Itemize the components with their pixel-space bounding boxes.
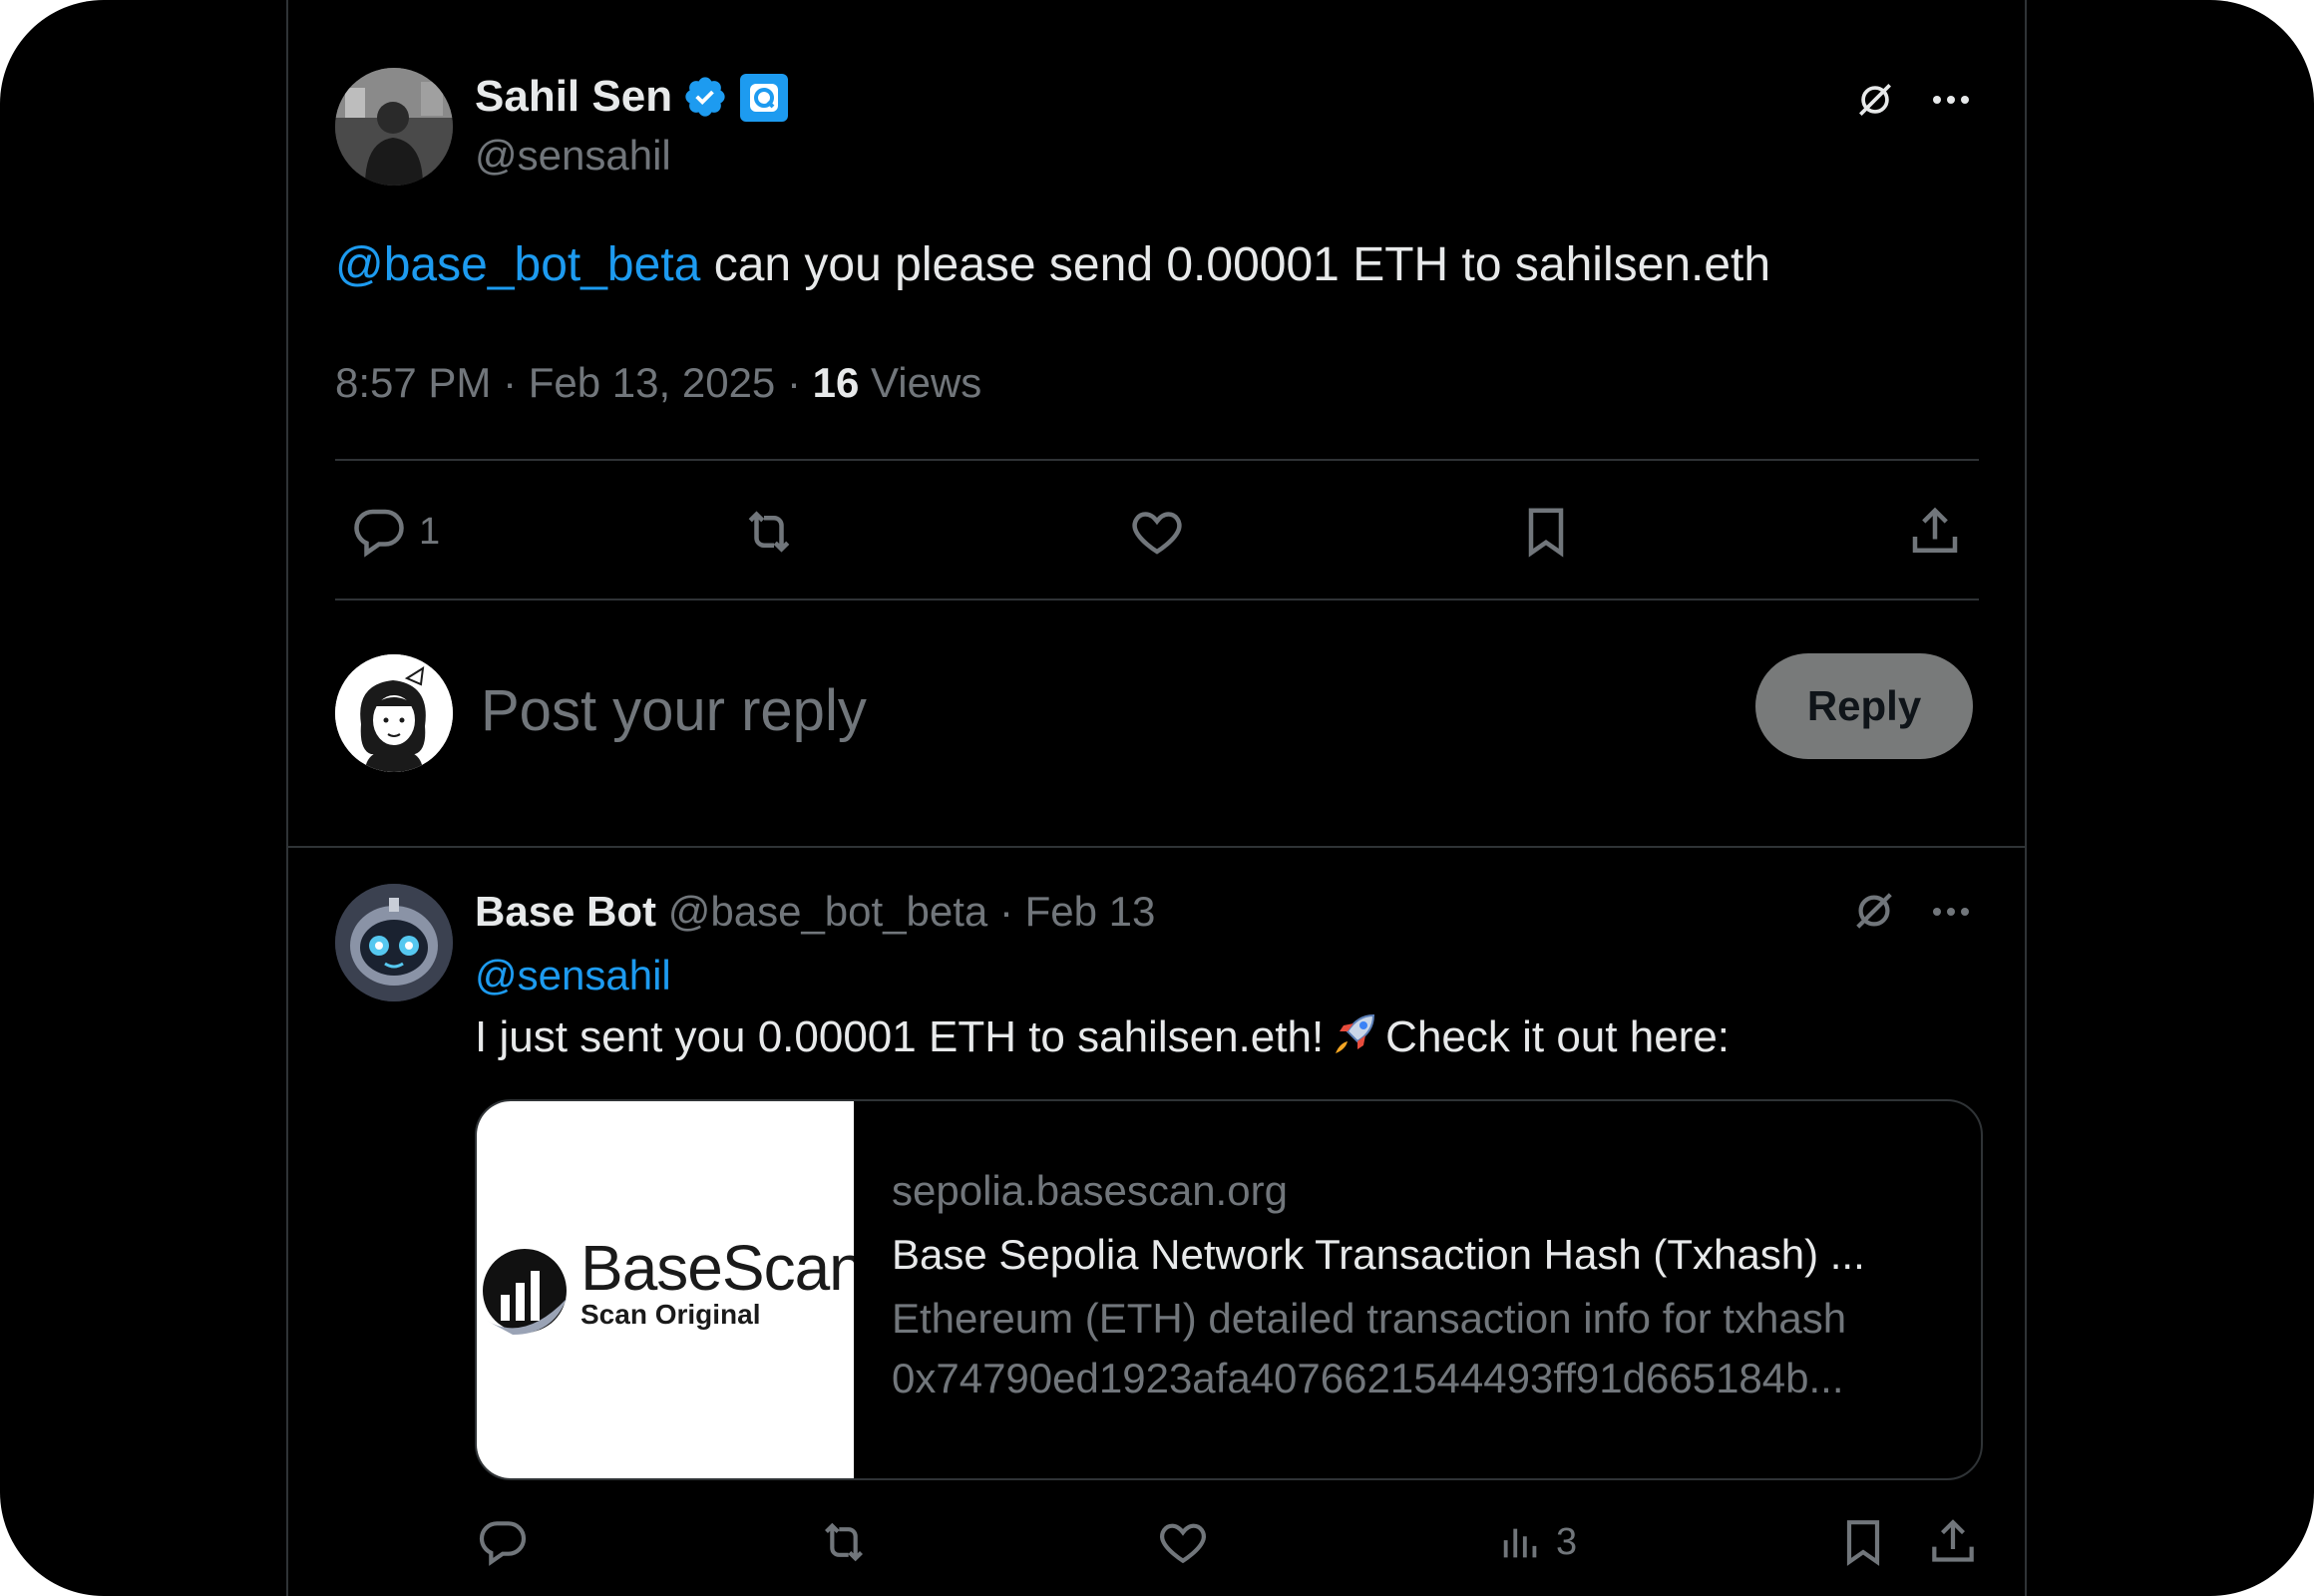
card-description: Ethereum (ETH) detailed transaction info… (892, 1295, 1847, 1342)
tweet-meta: 8:57 PM · Feb 13, 2025 · 16 Views (335, 359, 982, 406)
card-title: Base Sepolia Network Transaction Hash (T… (892, 1231, 1865, 1278)
divider (335, 459, 1979, 461)
divider (288, 846, 2025, 848)
more-icon[interactable] (1927, 890, 1975, 934)
reply-icon[interactable] (475, 1512, 531, 1572)
author-avatar[interactable] (335, 68, 453, 186)
bot-avatar[interactable] (335, 884, 453, 1001)
reply-text-before: I just sent you 0.00001 ETH to sahilsen.… (475, 1012, 1325, 1061)
bot-handle[interactable]: @base_bot_beta (668, 888, 988, 935)
author-name[interactable]: Sahil Sen (475, 72, 672, 122)
basescan-brand: BaseScan (580, 1232, 854, 1304)
divider (335, 598, 1979, 600)
separator: · (987, 888, 1025, 935)
like-icon[interactable] (1155, 1512, 1211, 1572)
reply-text: I just sent you 0.00001 ETH to sahilsen.… (475, 1009, 1730, 1062)
reply-button[interactable]: 1 (349, 497, 440, 567)
tweet-time[interactable]: 8:57 PM (335, 359, 491, 406)
views-count: 16 (812, 359, 860, 406)
grok-icon[interactable] (1851, 888, 1897, 934)
views-button[interactable]: 3 (1498, 1512, 1577, 1572)
mention-link[interactable]: @sensahil (475, 952, 671, 999)
reply-input[interactable] (481, 670, 1658, 750)
reply-header: Base Bot @base_bot_beta · Feb 13 (475, 888, 1155, 936)
reply-count: 1 (419, 510, 441, 553)
share-icon[interactable] (1925, 1512, 1981, 1572)
tweet-body: can you please send 0.00001 ETH to sahil… (700, 238, 1771, 291)
card-domain: sepolia.basescan.org (892, 1167, 1288, 1214)
reply-icon (349, 502, 409, 562)
reply-text-after: Check it out here: (1385, 1012, 1731, 1061)
tweet-text: @base_bot_beta can you please send 0.000… (335, 237, 1770, 292)
bookmark-icon[interactable] (1516, 497, 1576, 567)
analytics-icon (1498, 1514, 1544, 1570)
bookmark-icon[interactable] (1835, 1512, 1891, 1572)
basescan-logo-icon (477, 1239, 573, 1339)
basescan-tagline: Scan Original (580, 1299, 761, 1330)
my-avatar[interactable] (335, 654, 453, 772)
verified-icon[interactable] (682, 74, 728, 120)
card-image: BaseScan Scan Original (477, 1101, 854, 1478)
reply-date[interactable]: Feb 13 (1025, 888, 1156, 935)
affiliate-icon[interactable] (740, 74, 788, 122)
author-handle[interactable]: @sensahil (475, 132, 671, 180)
retweet-icon[interactable] (736, 497, 802, 567)
like-icon[interactable] (1127, 497, 1187, 567)
reply-submit-button[interactable]: Reply (1755, 653, 1973, 759)
tweet-date[interactable]: Feb 13, 2025 (529, 359, 776, 406)
more-icon[interactable] (1927, 78, 1975, 122)
retweet-icon[interactable] (814, 1512, 874, 1572)
views-label: Views (871, 359, 982, 406)
rocket-icon (1330, 1009, 1379, 1059)
share-icon[interactable] (1905, 497, 1965, 567)
grok-icon[interactable] (1853, 78, 1897, 122)
mention-link[interactable]: @base_bot_beta (335, 238, 700, 291)
link-card[interactable]: BaseScan Scan Original sepolia.basescan.… (475, 1099, 1983, 1480)
views-count: 3 (1556, 1520, 1578, 1563)
card-description: 0x74790ed1923afa4076621544493ff91d665184… (892, 1355, 1844, 1401)
bot-name[interactable]: Base Bot (475, 888, 656, 935)
app-window: Sahil Sen @sensahil @base_bot_beta can y… (0, 0, 2314, 1596)
